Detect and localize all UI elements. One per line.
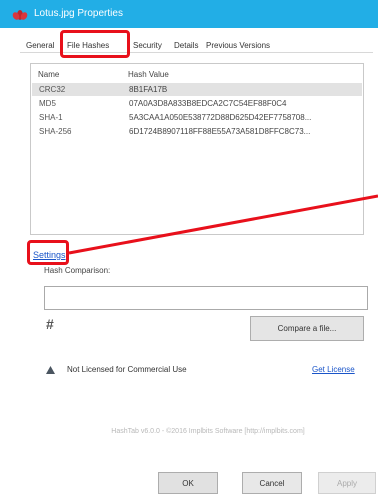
column-name-header[interactable]: Name bbox=[38, 70, 59, 79]
hash-value: 8B1FA17B bbox=[129, 85, 168, 94]
hash-comparison-label: Hash Comparison: bbox=[44, 266, 111, 275]
tab-details[interactable]: Details bbox=[174, 41, 198, 50]
hash-comparison-input[interactable] bbox=[44, 286, 368, 310]
table-row[interactable]: SHA-1 5A3CAA1A050E538772D88D625D42EF7758… bbox=[32, 111, 362, 124]
warning-icon bbox=[46, 366, 55, 374]
ok-button[interactable]: OK bbox=[158, 472, 218, 494]
license-warning-text: Not Licensed for Commercial Use bbox=[67, 365, 187, 374]
lotus-icon bbox=[12, 10, 28, 20]
tab-general[interactable]: General bbox=[26, 41, 54, 50]
highlight-box-tab bbox=[60, 30, 130, 58]
tab-previous-versions[interactable]: Previous Versions bbox=[206, 41, 270, 50]
hash-value: 5A3CAA1A050E538772D88D625D42EF7758708... bbox=[129, 113, 312, 122]
hash-icon: # bbox=[46, 316, 54, 332]
cancel-button[interactable]: Cancel bbox=[242, 472, 302, 494]
hash-name: CRC32 bbox=[39, 85, 66, 94]
apply-button: Apply bbox=[318, 472, 376, 494]
column-hash-header[interactable]: Hash Value bbox=[128, 70, 169, 79]
table-row[interactable]: SHA-256 6D1724B8907118FF88E55A73A581D8FF… bbox=[32, 125, 362, 138]
highlight-box-settings bbox=[27, 240, 69, 265]
compare-file-button[interactable]: Compare a file... bbox=[250, 316, 364, 341]
hash-list[interactable]: Name Hash Value CRC32 8B1FA17B MD5 07A0A… bbox=[30, 63, 364, 235]
get-license-link[interactable]: Get License bbox=[312, 365, 355, 374]
window-title: Lotus.jpg Properties bbox=[34, 8, 123, 19]
hash-name: MD5 bbox=[39, 99, 56, 108]
hash-value: 6D1724B8907118FF88E55A73A581D8FFC8C73... bbox=[129, 127, 311, 136]
table-row[interactable]: MD5 07A0A3D8A833B8EDCA2C7C54EF88F0C4 bbox=[32, 97, 362, 110]
table-row[interactable]: CRC32 8B1FA17B bbox=[32, 83, 362, 96]
hash-name: SHA-1 bbox=[39, 113, 63, 122]
hash-value: 07A0A3D8A833B8EDCA2C7C54EF88F0C4 bbox=[129, 99, 287, 108]
hash-name: SHA-256 bbox=[39, 127, 72, 136]
tab-security[interactable]: Security bbox=[133, 41, 162, 50]
footer-credit: HashTab v6.0.0 - ©2016 Implbits Software… bbox=[111, 428, 305, 435]
title-bar: Lotus.jpg Properties bbox=[0, 0, 378, 28]
